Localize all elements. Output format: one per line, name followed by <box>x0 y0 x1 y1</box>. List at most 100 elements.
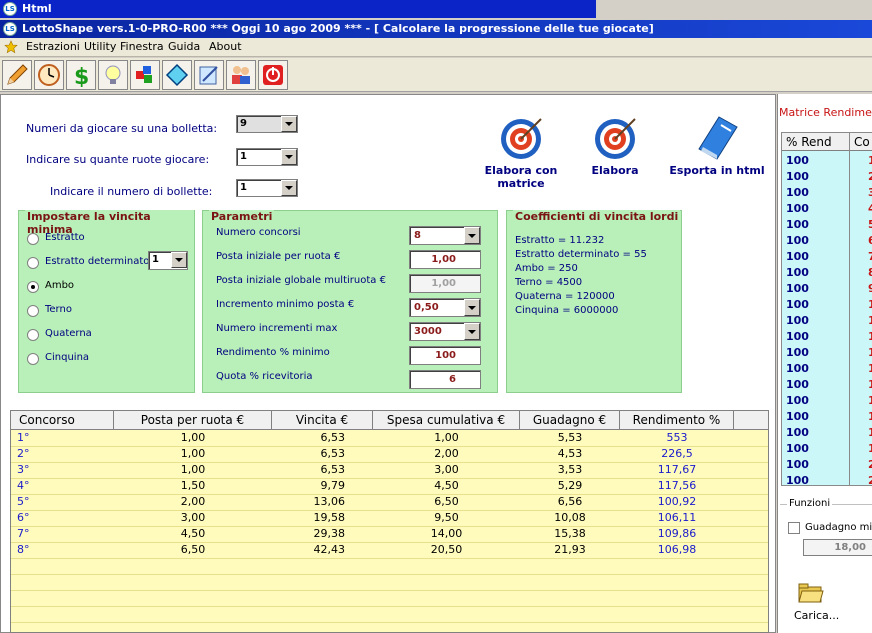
chevron-down-icon[interactable] <box>281 149 297 165</box>
matrice-rend-cell[interactable]: 100 <box>786 361 809 377</box>
matrice-co-cell[interactable]: 1 <box>868 313 872 329</box>
matrice-co-cell[interactable]: 6 <box>868 233 872 249</box>
table-cell[interactable]: 6,50 <box>373 494 520 510</box>
quota-ricevitoria-input[interactable]: 6 <box>409 370 481 389</box>
table-cell[interactable]: 14,00 <box>373 526 520 542</box>
radio-quaterna[interactable] <box>27 329 39 341</box>
chevron-down-icon[interactable] <box>281 180 297 196</box>
menu-guida[interactable]: Guida <box>168 40 200 53</box>
table-cell[interactable]: 106,98 <box>620 542 734 558</box>
matrice-header-co[interactable]: Co <box>850 133 872 151</box>
table-cell[interactable]: 3,53 <box>520 462 620 478</box>
table-cell[interactable]: 6,56 <box>520 494 620 510</box>
matrice-rend-cell[interactable]: 100 <box>786 425 809 441</box>
table-cell[interactable]: 42,43 <box>272 542 373 558</box>
table-cell[interactable]: 3,00 <box>114 510 272 526</box>
matrice-co-cell[interactable]: 1 <box>868 409 872 425</box>
table-cell[interactable]: 20,50 <box>373 542 520 558</box>
matrice-rend-cell[interactable]: 100 <box>786 377 809 393</box>
matrice-co-cell[interactable]: 1 <box>868 377 872 393</box>
html-window-titlebar[interactable]: LS Html <box>0 0 596 18</box>
matrice-co-cell[interactable]: 1 <box>868 361 872 377</box>
matrice-co-cell[interactable]: 5 <box>868 217 872 233</box>
chevron-down-icon[interactable] <box>464 323 480 340</box>
matrice-co-column[interactable]: Co 123456789111111111122 <box>850 132 872 486</box>
colors-icon[interactable] <box>130 60 160 90</box>
clock-icon[interactable] <box>34 60 64 90</box>
menu-about[interactable]: About <box>209 40 242 53</box>
guadagno-input[interactable]: 18,00 <box>803 539 872 556</box>
pencil-icon[interactable] <box>2 60 32 90</box>
elabora-button[interactable]: Elabora <box>585 113 645 177</box>
matrice-co-cell[interactable]: 9 <box>868 281 872 297</box>
matrice-rend-cell[interactable]: 100 <box>786 153 809 169</box>
table-cell[interactable]: 1,00 <box>373 430 520 446</box>
cell-concorso[interactable]: 4° <box>11 478 114 494</box>
cell-concorso[interactable]: 8° <box>11 542 114 558</box>
cell-concorso[interactable]: 1° <box>11 430 114 446</box>
chevron-down-icon[interactable] <box>171 252 187 268</box>
bulb-icon[interactable] <box>98 60 128 90</box>
col-header-guadagno[interactable]: Guadagno € <box>520 411 620 430</box>
carica-label[interactable]: Carica... <box>794 609 839 622</box>
table-cell[interactable]: 6,53 <box>272 462 373 478</box>
table-cell[interactable]: 13,06 <box>272 494 373 510</box>
matrice-co-cell[interactable]: 8 <box>868 265 872 281</box>
matrice-co-cell[interactable]: 1 <box>868 329 872 345</box>
bollette-combo[interactable]: 1 <box>236 179 298 197</box>
radio-cinquina[interactable] <box>27 353 39 365</box>
table-cell[interactable]: 117,56 <box>620 478 734 494</box>
table-cell[interactable]: 5,29 <box>520 478 620 494</box>
radio-terno[interactable] <box>27 305 39 317</box>
matrice-rend-cell[interactable]: 100 <box>786 297 809 313</box>
radio-estratto-determinato[interactable] <box>27 257 39 269</box>
table-cell[interactable]: 15,38 <box>520 526 620 542</box>
table-cell[interactable]: 4,53 <box>520 446 620 462</box>
menu-estrazioni[interactable]: Estrazioni <box>26 40 80 53</box>
chevron-down-icon[interactable] <box>464 299 480 316</box>
col-header-spesa[interactable]: Spesa cumulativa € <box>373 411 520 430</box>
matrice-rend-cell[interactable]: 100 <box>786 201 809 217</box>
cell-concorso[interactable]: 2° <box>11 446 114 462</box>
table-cell[interactable]: 9,79 <box>272 478 373 494</box>
matrice-rend-cell[interactable]: 100 <box>786 185 809 201</box>
table-cell[interactable]: 9,50 <box>373 510 520 526</box>
table-cell[interactable]: 1,00 <box>114 430 272 446</box>
main-window-titlebar[interactable]: LS LottoShape vers.1-0-PRO-R00 *** Oggi … <box>0 20 872 38</box>
matrice-co-cell[interactable]: 1 <box>868 297 872 313</box>
numeri-combo[interactable]: 9 <box>236 115 298 133</box>
matrice-rend-cell[interactable]: 100 <box>786 233 809 249</box>
matrice-rend-cell[interactable]: 100 <box>786 441 809 457</box>
table-cell[interactable]: 21,93 <box>520 542 620 558</box>
estratto-det-combo[interactable]: 1 <box>148 251 188 270</box>
dollar-icon[interactable]: $ <box>66 60 96 90</box>
matrice-rend-cell[interactable]: 100 <box>786 473 809 485</box>
table-cell[interactable]: 5,53 <box>520 430 620 446</box>
matrice-rend-cell[interactable]: 100 <box>786 249 809 265</box>
table-cell[interactable]: 4,50 <box>114 526 272 542</box>
users-icon[interactable] <box>226 60 256 90</box>
menu-utility[interactable]: Utility <box>84 40 116 53</box>
matrice-rend-cell[interactable]: 100 <box>786 457 809 473</box>
col-header-vincita[interactable]: Vincita € <box>272 411 373 430</box>
guadagno-checkbox[interactable] <box>788 522 800 534</box>
matrice-header-rend[interactable]: % Rend <box>782 133 849 151</box>
esporta-html-button[interactable]: Esporta in html <box>667 113 767 177</box>
progression-table[interactable]: Concorso Posta per ruota € Vincita € Spe… <box>10 410 769 633</box>
matrice-rend-cell[interactable]: 100 <box>786 169 809 185</box>
table-cell[interactable]: 553 <box>620 430 734 446</box>
numero-concorsi-combo[interactable]: 8 <box>409 226 481 245</box>
matrice-co-cell[interactable]: 1 <box>868 425 872 441</box>
matrice-rend-cell[interactable]: 100 <box>786 393 809 409</box>
menu-finestra[interactable]: Finestra <box>120 40 164 53</box>
table-cell[interactable]: 109,86 <box>620 526 734 542</box>
chevron-down-icon[interactable] <box>281 116 297 132</box>
table-cell[interactable]: 2,00 <box>114 494 272 510</box>
col-header-concorso[interactable]: Concorso <box>11 411 114 430</box>
table-cell[interactable]: 6,53 <box>272 430 373 446</box>
table-cell[interactable]: 1,50 <box>114 478 272 494</box>
matrice-rend-column[interactable]: % Rend 100 100 100 100 100 100 100 100 100 100 100… <box>781 132 850 486</box>
ruote-combo[interactable]: 1 <box>236 148 298 166</box>
table-cell[interactable]: 6,50 <box>114 542 272 558</box>
table-cell[interactable]: 4,50 <box>373 478 520 494</box>
